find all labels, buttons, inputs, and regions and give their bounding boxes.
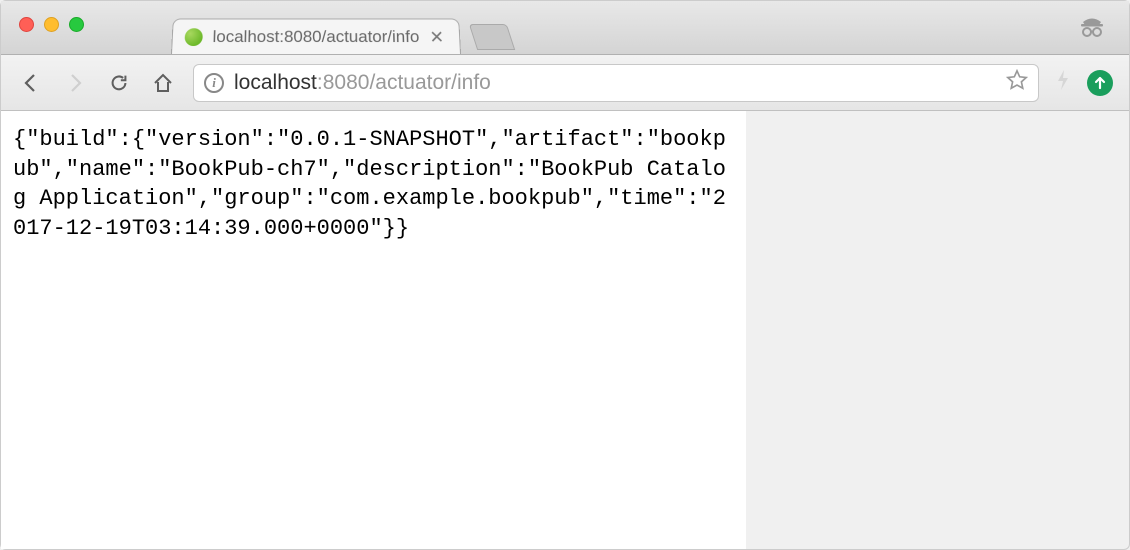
maximize-window-button[interactable] <box>69 17 84 32</box>
tab-favicon-icon <box>184 28 203 46</box>
page-content: {"build":{"version":"0.0.1-SNAPSHOT","ar… <box>1 111 746 549</box>
browser-tab[interactable]: localhost:8080/actuator/info <box>171 18 461 54</box>
forward-button[interactable] <box>61 69 89 97</box>
browser-toolbar: i localhost:8080/actuator/info <box>1 55 1129 111</box>
bookmark-star-icon[interactable] <box>1006 69 1028 97</box>
reload-button[interactable] <box>105 69 133 97</box>
extension-button[interactable] <box>1087 70 1113 96</box>
incognito-icon <box>1077 11 1107 46</box>
lightning-icon <box>1055 68 1071 97</box>
address-bar[interactable]: i localhost:8080/actuator/info <box>193 64 1039 102</box>
home-button[interactable] <box>149 69 177 97</box>
back-button[interactable] <box>17 69 45 97</box>
close-window-button[interactable] <box>19 17 34 32</box>
url-host: localhost <box>234 71 317 94</box>
url-text: localhost:8080/actuator/info <box>234 71 491 95</box>
url-path: :8080/actuator/info <box>317 71 491 94</box>
minimize-window-button[interactable] <box>44 17 59 32</box>
new-tab-button[interactable] <box>469 24 515 50</box>
close-tab-icon[interactable] <box>429 29 446 45</box>
window-controls <box>19 17 84 32</box>
window-titlebar: localhost:8080/actuator/info <box>1 1 1129 55</box>
tab-title: localhost:8080/actuator/info <box>212 27 419 47</box>
site-info-icon[interactable]: i <box>204 73 224 93</box>
tab-strip: localhost:8080/actuator/info <box>171 1 511 54</box>
